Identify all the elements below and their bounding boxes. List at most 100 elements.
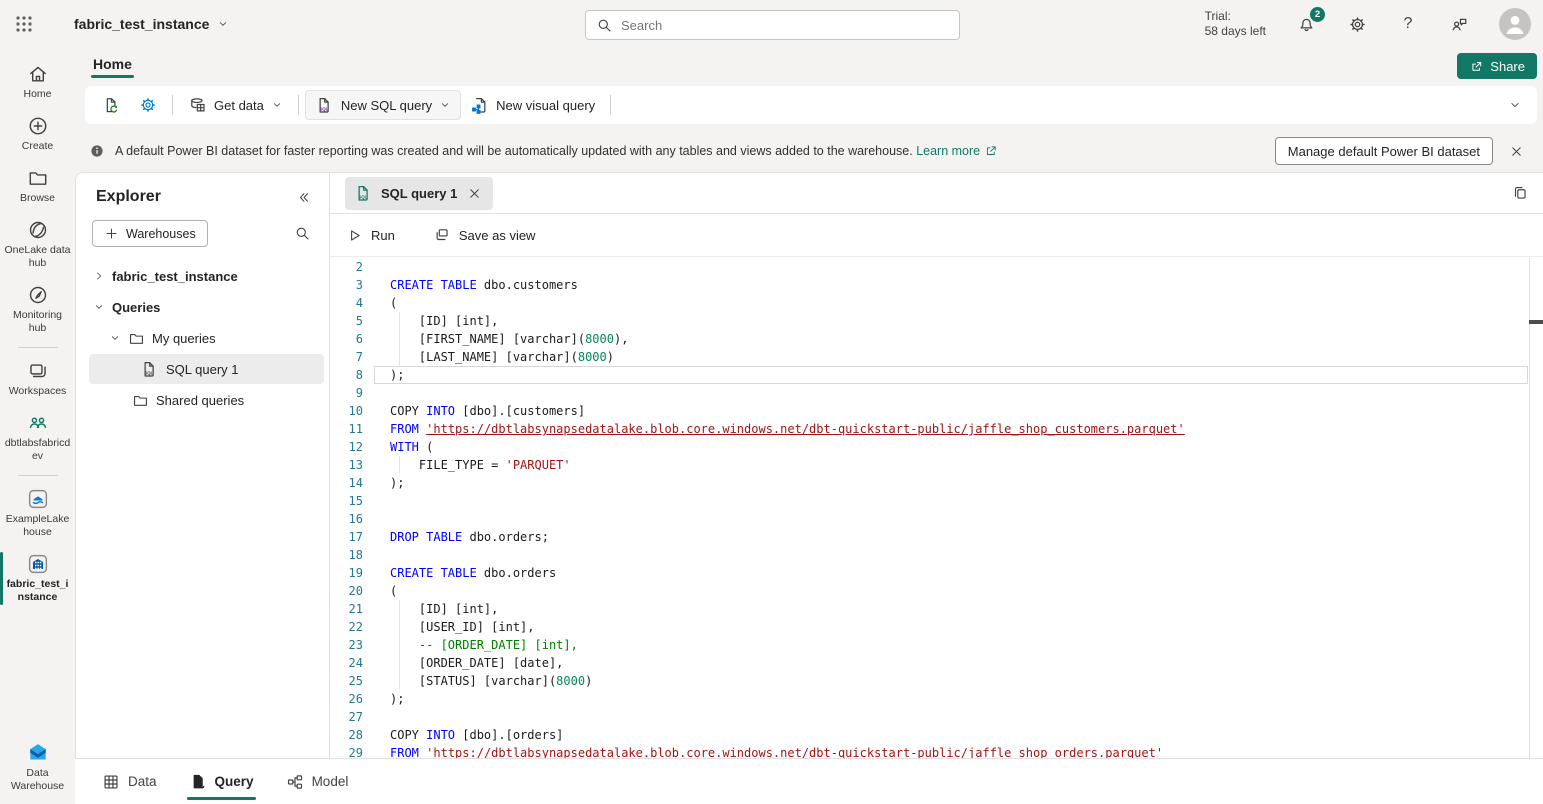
code-line-5: 5 [ID] [int],: [330, 312, 1543, 330]
code-text: WITH (: [363, 438, 433, 456]
code-text: FROM 'https://dbtlabsynapsedatalake.blob…: [363, 744, 1163, 758]
line-number: 8: [330, 366, 363, 384]
collapse-panel-icon[interactable]: [296, 190, 311, 205]
sql-code-editor[interactable]: 23CREATE TABLE dbo.customers4(5 [ID] [in…: [330, 258, 1543, 758]
explorer-tree: fabric_test_instance Queries My queries SQL…: [76, 261, 329, 415]
code-line-4: 4(: [330, 294, 1543, 312]
code-line-7: 7 [LAST_NAME] [varchar](8000): [330, 348, 1543, 366]
sidebar-item-home[interactable]: Home: [0, 56, 75, 108]
code-text: );: [363, 474, 404, 492]
view-tab-label: Query: [215, 774, 254, 789]
indent-guide: [399, 672, 400, 690]
sidebar-item-fabric-test-instance[interactable]: fabric_test_instance: [0, 546, 75, 611]
view-tab-data[interactable]: Data: [100, 759, 159, 804]
code-text: [ORDER_DATE] [date],: [363, 654, 563, 672]
new-sql-query-button[interactable]: SQL New SQL query: [305, 90, 461, 120]
view-tab-label: Model: [312, 774, 349, 789]
view-tab-query[interactable]: Query: [187, 759, 256, 804]
sidebar-item-data-warehouse[interactable]: Data Warehouse: [0, 733, 75, 800]
learn-more-link[interactable]: Learn more: [916, 144, 998, 158]
line-number: 10: [330, 402, 363, 420]
toolbar-divider: [298, 95, 299, 115]
workspace-switcher[interactable]: fabric_test_instance: [74, 16, 229, 32]
notifications-button[interactable]: 2: [1295, 13, 1317, 35]
tree-item-sql-query-1[interactable]: SQLSQL query 1: [89, 354, 324, 384]
manage-dataset-button[interactable]: Manage default Power BI dataset: [1275, 137, 1493, 165]
share-button[interactable]: Share: [1457, 53, 1537, 79]
code-text: -- [ORDER_DATE] [int],: [363, 636, 578, 654]
copy-icon[interactable]: [1511, 184, 1529, 202]
help-button[interactable]: ?: [1397, 13, 1419, 35]
code-text: (: [363, 582, 397, 600]
get-data-button[interactable]: Get data: [179, 90, 292, 120]
refresh-dataset-button[interactable]: [93, 90, 130, 120]
search-input[interactable]: [621, 18, 949, 33]
query-tabstrip: SQL SQL query 1: [330, 173, 1543, 214]
external-link-icon: [984, 144, 998, 158]
add-warehouses-button[interactable]: Warehouses: [92, 220, 208, 247]
sidebar-item-onelake-data-hub[interactable]: OneLake data hub: [0, 212, 75, 277]
toolbar-settings-button[interactable]: [130, 90, 166, 120]
share-icon: [1469, 59, 1484, 74]
sidebar-item-create[interactable]: Create: [0, 108, 75, 160]
code-text: [363, 510, 390, 528]
folder-sm-icon: [132, 392, 149, 409]
chevron-down-icon[interactable]: [93, 301, 105, 313]
code-line-24: 24 [ORDER_DATE] [date],: [330, 654, 1543, 672]
line-number: 20: [330, 582, 363, 600]
sidebar-item-label: OneLake data hub: [5, 244, 71, 270]
code-line-25: 25 [STATUS] [varchar](8000): [330, 672, 1543, 690]
tree-item-label: fabric_test_instance: [112, 269, 238, 284]
line-number: 19: [330, 564, 363, 582]
explorer-search-icon[interactable]: [294, 225, 311, 242]
editor-overview-ruler[interactable]: [1529, 258, 1543, 758]
workspaces-icon: [27, 360, 49, 382]
save-as-view-button[interactable]: Save as view: [433, 226, 536, 244]
chevron-down-icon[interactable]: [109, 332, 121, 344]
avatar[interactable]: [1499, 8, 1531, 40]
line-number: 21: [330, 600, 363, 618]
sidebar-item-monitoring-hub[interactable]: Monitoring hub: [0, 277, 75, 342]
sidebar-item-examplelakehouse[interactable]: ExampleLakehouse: [0, 481, 75, 546]
feedback-button[interactable]: [1448, 13, 1470, 35]
app-launcher-icon[interactable]: [0, 0, 48, 48]
banner-message: A default Power BI dataset for faster re…: [115, 144, 998, 158]
info-icon: [89, 143, 105, 159]
visual-query-icon: [470, 96, 489, 115]
settings-button[interactable]: [1346, 13, 1368, 35]
tab-home[interactable]: Home: [85, 52, 140, 80]
lakehouse-icon: [27, 488, 49, 510]
code-text: CREATE TABLE dbo.customers: [363, 276, 578, 294]
sidebar-item-browse[interactable]: Browse: [0, 160, 75, 212]
chevron-right-icon[interactable]: [93, 270, 105, 282]
line-number: 17: [330, 528, 363, 546]
indent-guide: [399, 348, 400, 366]
code-line-21: 21 [ID] [int],: [330, 600, 1543, 618]
folder-sm-icon: [128, 330, 145, 347]
indent-guide: [399, 600, 400, 618]
run-button[interactable]: Run: [346, 227, 395, 244]
code-line-9: 9: [330, 384, 1543, 402]
code-line-3: 3CREATE TABLE dbo.customers: [330, 276, 1543, 294]
line-number: 5: [330, 312, 363, 330]
global-search[interactable]: [585, 10, 960, 40]
tree-item-my-queries[interactable]: My queries: [89, 323, 324, 353]
new-visual-query-button[interactable]: New visual query: [461, 90, 604, 120]
tree-item-queries-node[interactable]: Queries: [89, 292, 324, 322]
svg-text:SQL: SQL: [358, 194, 367, 199]
view-tab-model[interactable]: Model: [284, 759, 351, 804]
save-as-view-icon: [433, 226, 451, 244]
tab-close-button[interactable]: [465, 184, 483, 202]
sidebar-item-dbtlabsfabricdev[interactable]: dbtlabsfabricdev: [0, 405, 75, 470]
line-number: 27: [330, 708, 363, 726]
tree-item-shared-queries[interactable]: Shared queries: [89, 385, 324, 415]
line-number: 29: [330, 744, 363, 758]
tab-sql-query-1[interactable]: SQL SQL query 1: [345, 177, 493, 210]
banner-close-button[interactable]: [1503, 138, 1529, 164]
code-line-14: 14);: [330, 474, 1543, 492]
toolbar-overflow-button[interactable]: [1501, 91, 1529, 119]
left-nav-rail: HomeCreateBrowse OneLake data hub Monitori…: [0, 48, 75, 804]
sidebar-item-workspaces[interactable]: Workspaces: [0, 353, 75, 405]
tree-item-label: My queries: [152, 331, 216, 346]
tree-item-warehouse-node[interactable]: fabric_test_instance: [89, 261, 324, 291]
